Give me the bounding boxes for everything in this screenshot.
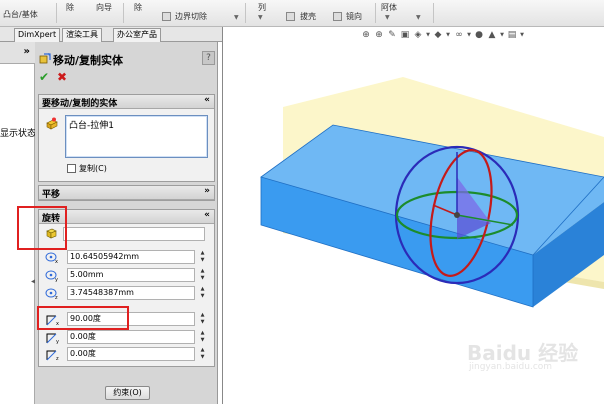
z-coordinate-stepper[interactable]: ▲ ▼ xyxy=(198,286,207,300)
toolbar-separator xyxy=(433,3,434,23)
tab-office-products[interactable]: 办公室产品 xyxy=(113,28,161,42)
z-rotation-angle-icon: z xyxy=(46,350,59,361)
y-coordinate-stepper[interactable]: ▲ ▼ xyxy=(198,268,207,282)
property-manager-header: 移动/复制实体 ? xyxy=(35,50,218,68)
y-coordinate-row: y 5.00mm ▲ ▼ xyxy=(43,268,213,283)
z-angle-stepper[interactable]: ▲ ▼ xyxy=(198,347,207,361)
constraints-button[interactable]: 约束(O) xyxy=(105,386,150,400)
list-item[interactable]: 凸台-拉伸1 xyxy=(69,121,114,131)
x-coordinate-icon: x xyxy=(45,252,58,264)
toolbar-separator xyxy=(123,3,124,23)
collapse-icon[interactable]: « xyxy=(204,210,210,220)
y-coordinate-field[interactable]: 5.00mm xyxy=(67,268,195,282)
group-header[interactable]: 平移 » xyxy=(39,186,214,200)
toolbar-remove-label[interactable]: 除 xyxy=(66,2,74,13)
tab-render-tools[interactable]: 渲染工具 xyxy=(62,28,102,42)
highlight-box-x-angle xyxy=(37,306,129,330)
svg-text:y: y xyxy=(56,339,59,344)
group-header[interactable]: 要移动/复制的实体 « xyxy=(39,95,214,109)
x-coordinate-stepper[interactable]: ▲ ▼ xyxy=(198,250,207,264)
hole-wizard-label[interactable]: 向导 xyxy=(96,2,112,13)
z-angle-row: z 0.00度 ▲ ▼ xyxy=(43,347,213,362)
boundary-cut-icon[interactable] xyxy=(162,12,171,21)
x-angle-stepper[interactable]: ▲ ▼ xyxy=(198,312,207,326)
chevron-down-icon[interactable]: ▼ xyxy=(385,14,390,21)
x-coordinate-field[interactable]: 10.64505942mm xyxy=(67,250,195,264)
chevron-down-icon[interactable]: ▼ xyxy=(258,14,263,21)
mirror-label[interactable]: 镜向 xyxy=(346,11,362,22)
baidu-watermark-url: jingyan.baidu.com xyxy=(469,362,553,372)
toolbar-separator xyxy=(375,3,376,23)
y-angle-row: y 0.00度 ▲ ▼ xyxy=(43,330,213,345)
page-title: 移动/复制实体 xyxy=(53,54,124,67)
z-coordinate-field[interactable]: 3.74548387mm xyxy=(67,286,195,300)
graphics-area[interactable]: ⊕ ⊕ ✎ ▣ ◈ ▼ ◆ ▼ ∞ ▼ ● ▲ ▼ ▤ ▼ Baidu 经验 j… xyxy=(222,27,604,404)
ok-button[interactable]: ✔ xyxy=(39,70,49,84)
toolbar-separator xyxy=(56,3,57,23)
highlight-box-rotation-center xyxy=(17,206,67,250)
selected-bodies-list[interactable]: 凸台-拉伸1 xyxy=(65,115,208,158)
toolbar-separator xyxy=(245,3,246,23)
command-manager-toolbar: 凸台/基体 除 向导 除 边界切除 ▼ 列 ▼ 拔壳 镜向 阿体 ▼ ▼ xyxy=(0,0,604,27)
toolbar-remove-label-2[interactable]: 除 xyxy=(134,2,142,13)
extruded-boss-label[interactable]: 凸台/基体 xyxy=(3,9,38,20)
y-rotation-angle-icon: y xyxy=(46,333,59,344)
cancel-button[interactable]: ✖ xyxy=(57,70,67,84)
svg-text:z: z xyxy=(56,356,59,361)
z-angle-field[interactable]: 0.00度 xyxy=(67,347,195,361)
linear-pattern-label[interactable]: 列 xyxy=(258,2,266,13)
x-coordinate-row: x 10.64505942mm ▲ ▼ xyxy=(43,250,213,265)
svg-text:x: x xyxy=(55,259,58,264)
draft-label[interactable]: 拔壳 xyxy=(300,11,316,22)
expand-icon[interactable]: » xyxy=(204,186,210,196)
collapse-icon[interactable]: « xyxy=(204,95,210,105)
boundary-cut-label[interactable]: 边界切除 xyxy=(175,11,207,22)
move-copy-body-icon xyxy=(39,53,51,64)
copy-checkbox[interactable] xyxy=(67,164,76,173)
svg-text:z: z xyxy=(55,295,58,300)
draft-icon[interactable] xyxy=(286,12,295,21)
group-title: 平移 xyxy=(42,190,61,200)
copy-checkbox-label[interactable]: 复制(C) xyxy=(79,163,107,174)
display-states-label[interactable]: 显示状态 xyxy=(0,126,36,139)
chevron-down-icon[interactable]: ▼ xyxy=(234,14,239,21)
tab-dimxpert[interactable]: DimXpert xyxy=(14,28,61,42)
z-coordinate-icon: z xyxy=(45,288,58,300)
help-button[interactable]: ? xyxy=(202,51,215,65)
bodies-to-move-group: 要移动/复制的实体 « 凸台-拉伸1 复制(C) xyxy=(38,94,215,182)
expand-panel-button[interactable]: » xyxy=(0,42,35,64)
svg-text:y: y xyxy=(55,277,58,282)
y-angle-field[interactable]: 0.00度 xyxy=(67,330,195,344)
group-title: 要移动/复制的实体 xyxy=(42,99,118,109)
chevron-down-icon[interactable]: ▼ xyxy=(416,14,421,21)
command-manager-tabs: DimXpert 渲染工具 办公室产品 xyxy=(0,27,222,42)
z-coordinate-row: z 3.74548387mm ▲ ▼ xyxy=(43,286,213,301)
curves-label[interactable]: 阿体 xyxy=(381,2,397,13)
translate-group: 平移 » xyxy=(38,185,215,201)
y-angle-stepper[interactable]: ▲ ▼ xyxy=(198,330,207,344)
y-coordinate-icon: y xyxy=(45,270,58,282)
rotation-center-input[interactable] xyxy=(63,227,205,241)
mirror-icon[interactable] xyxy=(333,12,342,21)
solid-body-select-icon xyxy=(46,117,58,130)
